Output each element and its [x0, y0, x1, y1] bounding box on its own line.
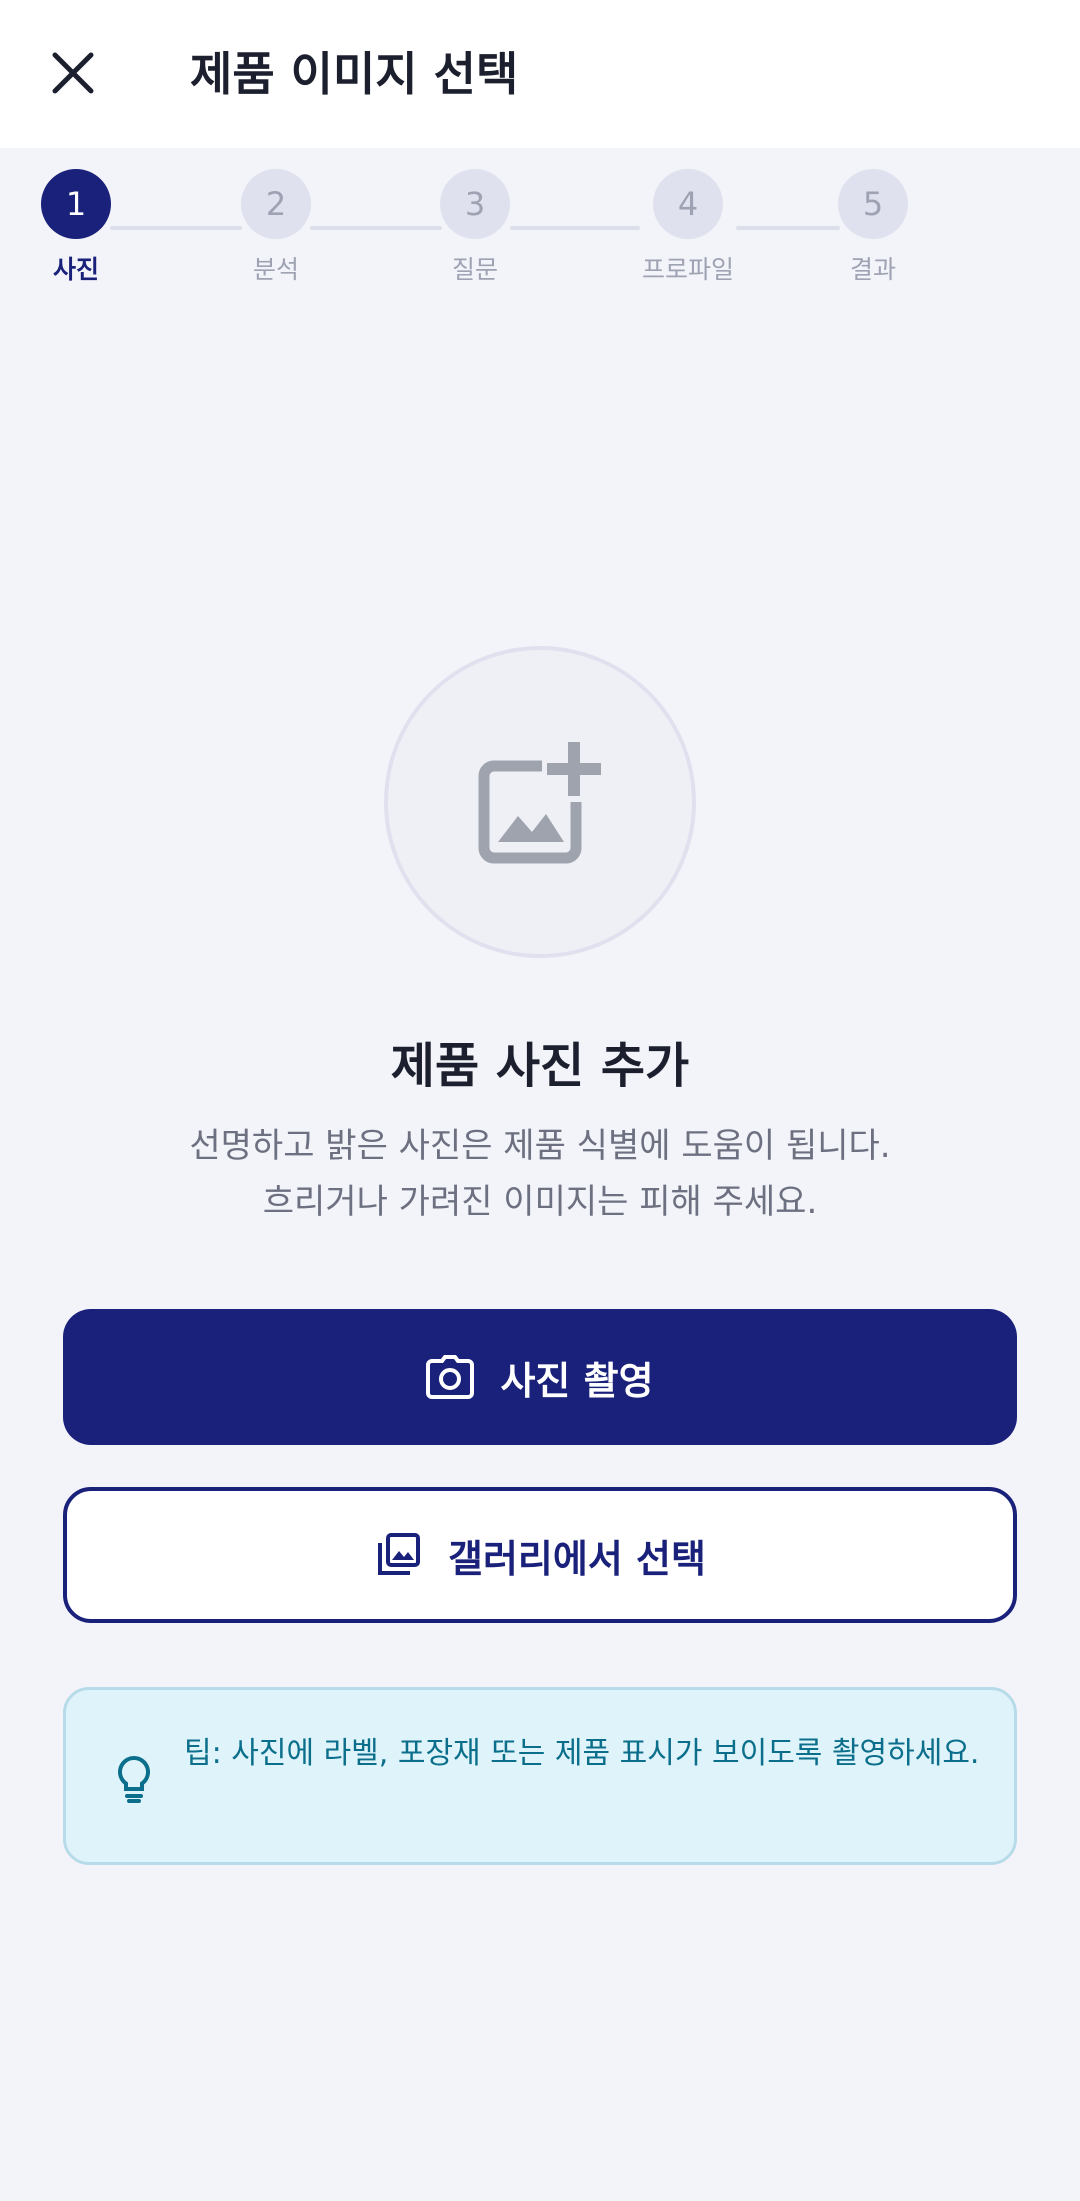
close-icon: [52, 52, 94, 94]
take-photo-button[interactable]: 사진 촬영: [63, 1309, 1017, 1445]
camera-icon: [426, 1355, 475, 1399]
page-title: 제품 이미지 선택: [190, 47, 519, 101]
gallery-icon: [378, 1533, 421, 1575]
step-5-label: 결과: [849, 255, 896, 284]
section-title: 제품 사진 추가: [390, 1038, 690, 1094]
tip-box: 팁: 사진에 라벨, 포장재 또는 제품 표시가 보이도록 촬영하세요.: [63, 1687, 1017, 1865]
app-header: 제품 이미지 선택: [0, 0, 1080, 148]
step-4-label: 프로파일: [641, 255, 734, 284]
description-line-2: 흐리거나 가려진 이미지는 피해 주세요.: [262, 1182, 818, 1222]
step-3-label: 질문: [451, 255, 498, 284]
close-button[interactable]: [36, 36, 110, 110]
step-connector: [110, 226, 242, 230]
step-connector: [736, 226, 840, 230]
section-description: 선명하고 밝은 사진은 제품 식별에 도움이 됩니다. 흐리거나 가려진 이미지…: [0, 1118, 1080, 1230]
step-5-indicator: 5: [838, 169, 908, 239]
step-connector: [310, 226, 442, 230]
step-2-indicator: 2: [241, 169, 311, 239]
lightbulb-icon: [118, 1755, 150, 1803]
step-1-label: 사진: [52, 255, 99, 284]
step-3-indicator: 3: [440, 169, 510, 239]
description-line-1: 선명하고 밝은 사진은 제품 식별에 도움이 됩니다.: [189, 1126, 891, 1166]
step-1-indicator: 1: [41, 169, 111, 239]
step-4-indicator: 4: [653, 169, 723, 239]
gallery-select-label: 갤러리에서 선택: [448, 1536, 706, 1581]
photo-placeholder[interactable]: [384, 646, 696, 958]
progress-stepper: 1 사진 2 분석 3 질문 4 프로파일 5 결과: [0, 148, 1080, 298]
add-photo-icon: [478, 742, 601, 864]
gallery-select-button[interactable]: 갤러리에서 선택: [63, 1487, 1017, 1623]
take-photo-label: 사진 촬영: [500, 1358, 654, 1403]
step-connector: [510, 226, 640, 230]
step-2-label: 분석: [252, 255, 299, 284]
tip-text: 팁: 사진에 라벨, 포장재 또는 제품 표시가 보이도록 촬영하세요.: [184, 1736, 980, 1771]
